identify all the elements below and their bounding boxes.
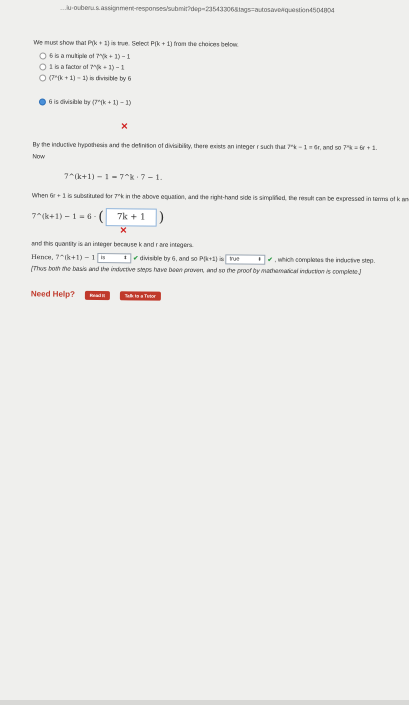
answer-input[interactable]: 7k + 1 [105,208,157,227]
hence-row: Hence, 7^(k+1) − 1 is ⬍ ✔ divisible by 6,… [31,253,376,265]
assignment-page: …iu-ouberu.s.assignment-responses/submit… [0,0,409,704]
dropdown-arrow-icon: ⬍ [123,255,128,262]
choice-1[interactable]: 6 is a multiple of 7^(k + 1) − 1 [39,52,130,61]
incorrect-icon: ✕ [120,121,129,132]
need-help-title: Need Help? [30,289,75,299]
hypothesis-text: By the inductive hypothesis and the defi… [32,141,378,152]
choice-2[interactable]: 1 is a factor of 7^(k + 1) − 1 [39,63,124,71]
integer-text: and this quantity is an integer because … [31,240,194,250]
equation: 7^(k+1) − 1 = 7^k · 7 − 1. [64,172,163,182]
screen: …iu-ouberu.s.assignment-responses/submit… [0,0,409,700]
is-select[interactable]: is ⬍ [96,253,132,264]
question-prompt: We must show that P(k + 1) is true. Sele… [33,39,239,49]
dropdown-arrow-icon: ⬍ [257,256,262,263]
radio-icon[interactable] [39,74,47,82]
correct-icon: ✔ [267,256,273,264]
read-it-button[interactable]: Read It [84,290,111,301]
closing-text: [Thus both the basis and the inductive s… [31,265,362,276]
talk-to-tutor-button[interactable]: Talk to a Tutor [119,291,161,301]
browser-url[interactable]: …iu-ouberu.s.assignment-responses/submit… [60,1,409,27]
help-section: Need Help? Read It Talk to a Tutor [30,289,161,301]
radio-icon[interactable] [39,63,47,71]
answer-row: 7^(k+1) − 1 = 6 · ( 7k + 1 ) [31,208,165,227]
radio-selected-icon[interactable] [38,98,46,106]
answer-incorrect-icon: ✕ [119,225,128,236]
now-label: Now [32,153,45,161]
choice-3[interactable]: (7^(k + 1) − 1) is divisible by 6 [39,74,159,83]
correct-icon: ✔ [133,255,139,263]
truth-select[interactable]: true ⬍ [225,254,266,265]
radio-icon[interactable] [39,52,47,60]
choice-4[interactable]: 6 is divisible by (7^(k + 1) − 1) [38,98,159,107]
substitution-text: When 6r + 1 is substituted for 7^k in th… [31,192,409,204]
lhs-expression: 7^(k+1) − 1 = 6 · [31,212,97,222]
